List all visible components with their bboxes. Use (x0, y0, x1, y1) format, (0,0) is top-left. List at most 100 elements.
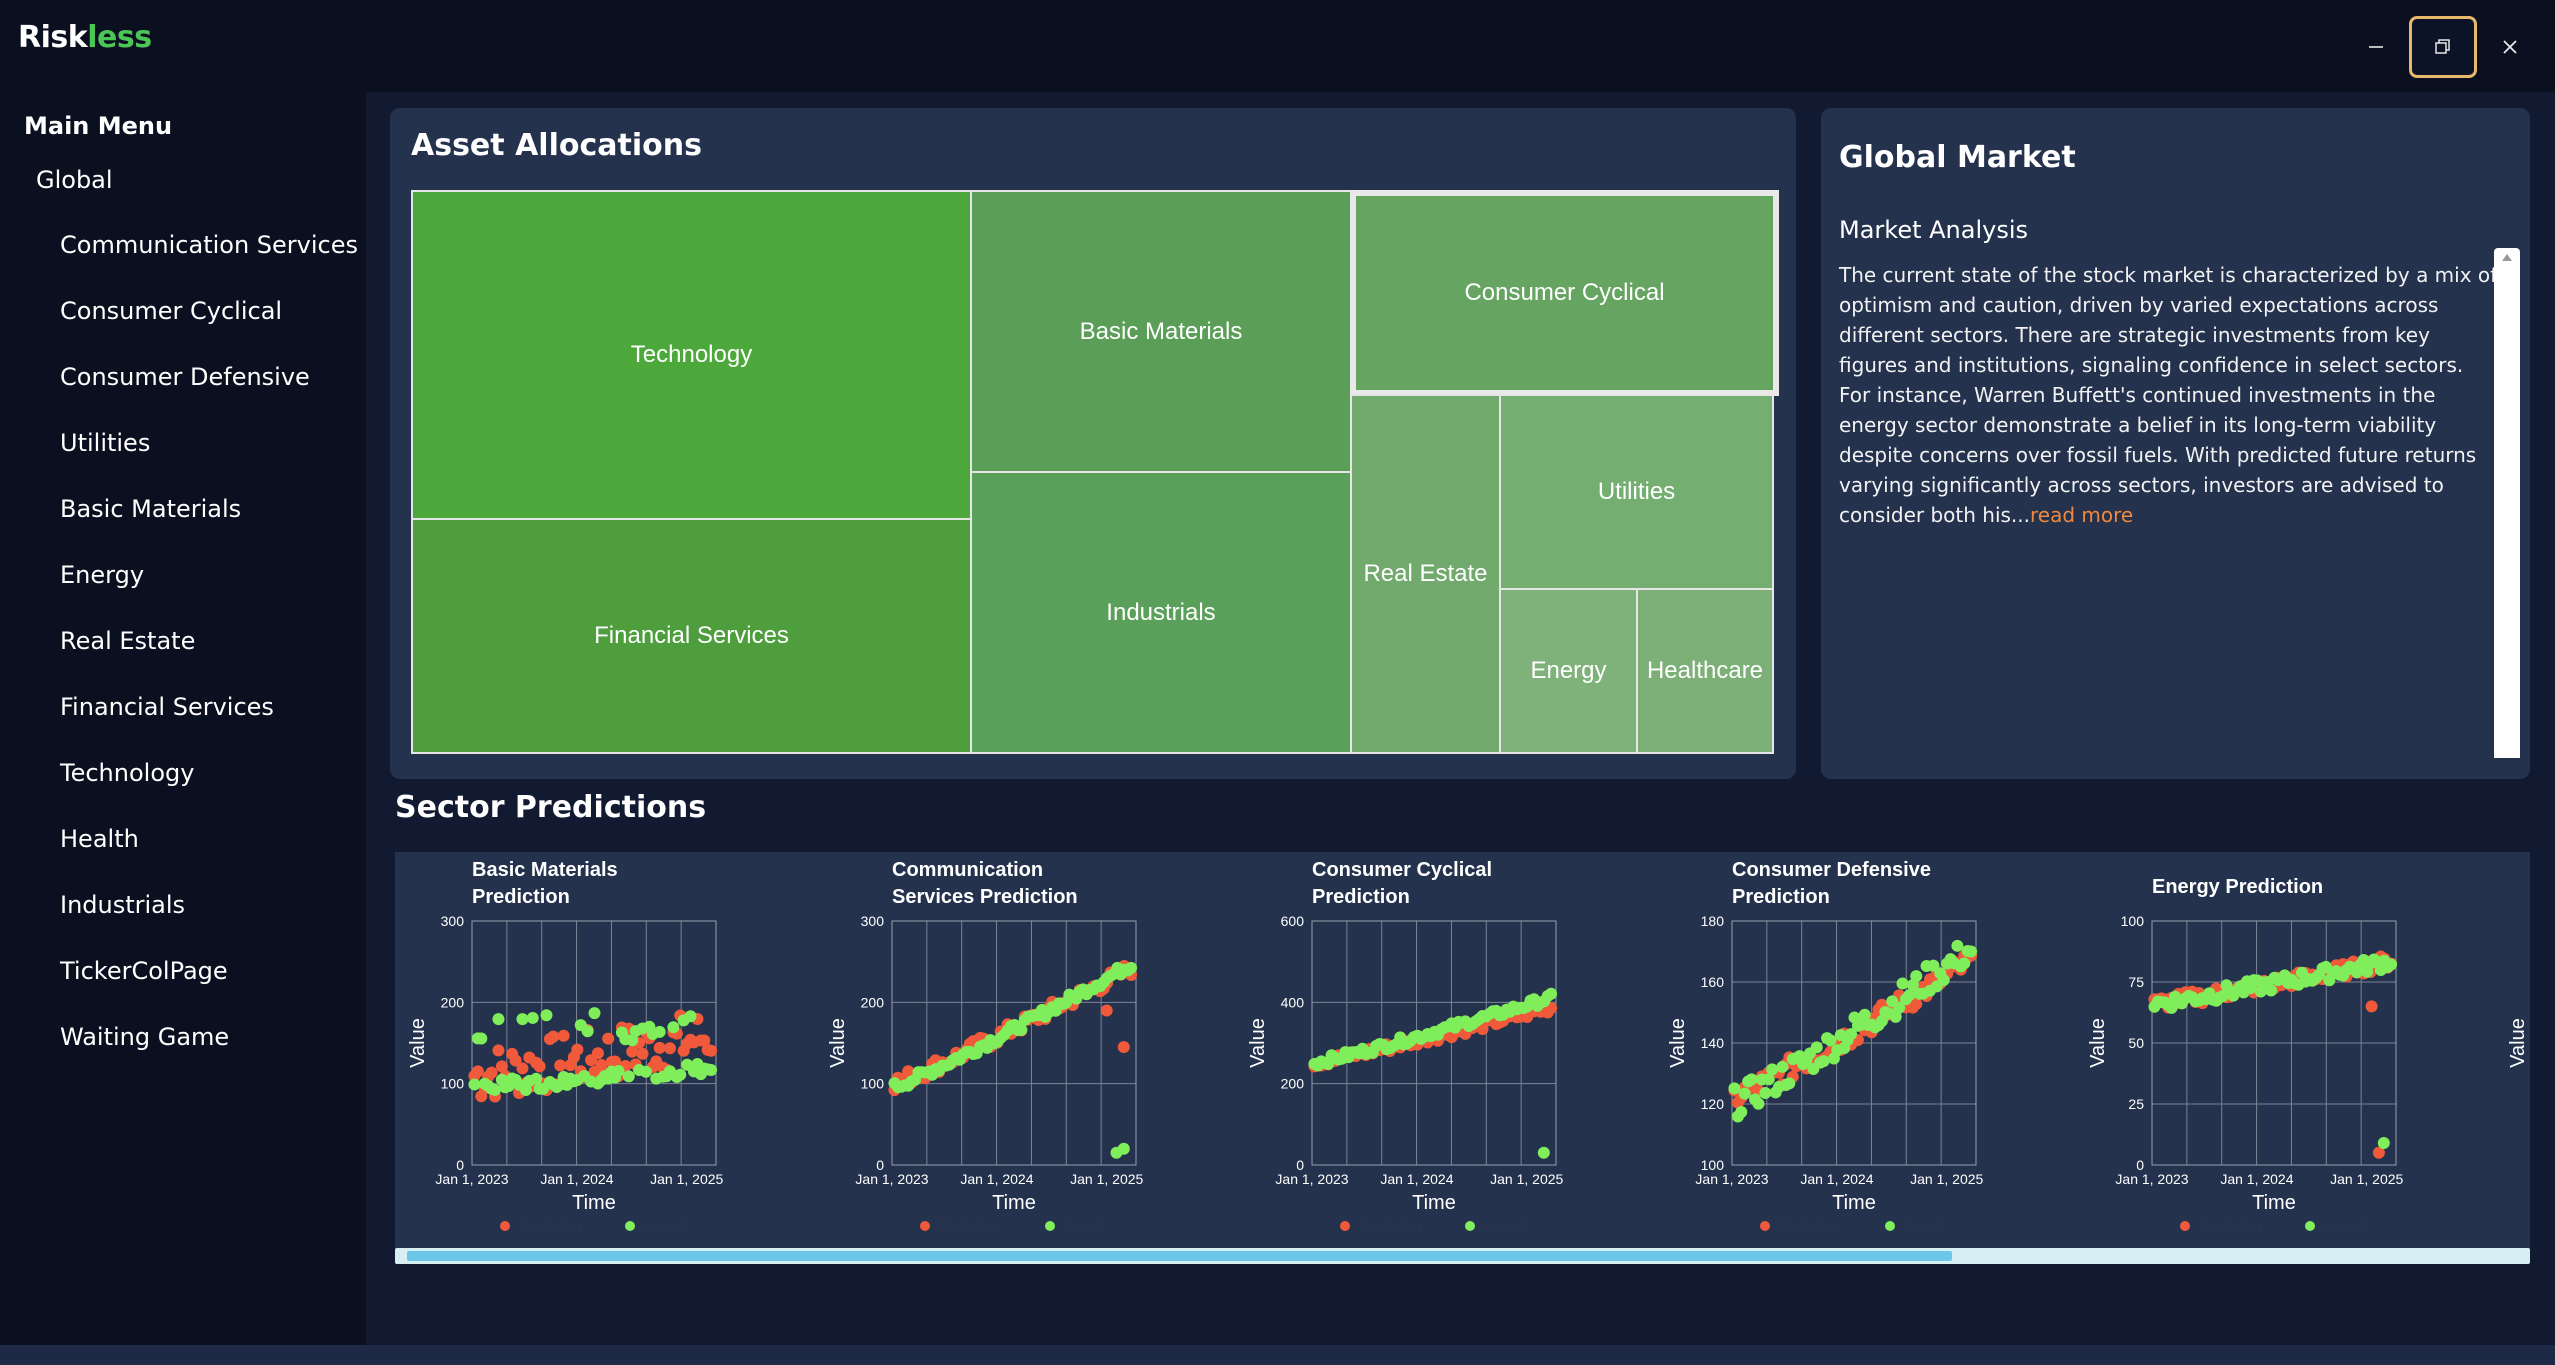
data-point-actual (540, 1009, 553, 1022)
data-point-actual (1125, 961, 1138, 974)
y-axis-label: Value (2507, 1018, 2529, 1068)
tile-basic-materials[interactable]: Basic Materials (970, 190, 1352, 473)
tile-energy[interactable]: Energy (1499, 588, 1638, 754)
x-axis-label: Time (572, 1192, 616, 1214)
prediction-chart-3: Consumer DefensivePrediction100120140160… (1667, 859, 1984, 1234)
read-more-link[interactable]: read more (2030, 503, 2133, 527)
data-point-actual (492, 1013, 505, 1026)
data-point-prediction (705, 1044, 718, 1057)
prediction-chart-2: Consumer CyclicalPrediction0200400600Jan… (1247, 859, 1564, 1234)
legend-label: Actual (1904, 1218, 1943, 1234)
prediction-charts-svg: Basic MaterialsPrediction0100200300Jan 1… (407, 859, 2529, 1234)
global-market-title: Global Market (1839, 140, 2076, 175)
y-tick-label: 400 (1281, 994, 1305, 1010)
data-point-actual (1810, 1041, 1823, 1054)
prediction-chart-5: 34567Value (2507, 1018, 2529, 1068)
sidebar-item-basic-materials[interactable]: Basic Materials (60, 494, 358, 560)
x-tick-label: Jan 1, 2025 (1490, 1171, 1563, 1187)
global-market-panel: Global Market Market Analysis The curren… (1821, 108, 2530, 779)
sidebar-item-health[interactable]: Health (60, 824, 358, 890)
y-tick-label: 300 (441, 913, 465, 929)
sidebar-list: Communication Services Consumer Cyclical… (60, 230, 358, 1088)
bottom-strip (0, 1345, 2555, 1365)
asset-allocations-title: Asset Allocations (411, 128, 702, 163)
sidebar-item-global[interactable]: Global (36, 166, 113, 194)
tile-healthcare[interactable]: Healthcare (1636, 588, 1774, 754)
x-tick-label: Jan 1, 2023 (1695, 1171, 1768, 1187)
data-point-actual (2265, 984, 2278, 997)
chart-title-line: Prediction (472, 886, 570, 908)
x-tick-label: Jan 1, 2025 (1910, 1171, 1983, 1187)
data-point-actual (612, 1064, 625, 1077)
chart-title-line: Prediction (1732, 886, 1830, 908)
y-tick-label: 200 (1281, 1076, 1305, 1092)
minimize-button[interactable] (2342, 16, 2410, 78)
close-button[interactable] (2476, 16, 2544, 78)
data-point-actual (1752, 1097, 1765, 1110)
y-tick-label: 160 (1701, 974, 1725, 990)
sidebar-item-energy[interactable]: Energy (60, 560, 358, 626)
market-analysis-text: The current state of the stock market is… (1839, 260, 2499, 530)
x-tick-label: Jan 1, 2023 (2115, 1171, 2188, 1187)
tile-financial-services[interactable]: Financial Services (411, 518, 972, 754)
plot-frame (471, 920, 717, 1166)
data-point-prediction (1117, 1041, 1130, 1054)
legend-marker (2305, 1221, 2315, 1231)
scrollbar-thumb[interactable] (407, 1251, 1952, 1261)
sector-predictions-title: Sector Predictions (395, 790, 707, 825)
data-point-actual (1738, 1087, 1751, 1100)
y-axis-label: Value (1667, 1018, 1689, 1068)
sidebar-item-industrials[interactable]: Industrials (60, 890, 358, 956)
close-icon (2503, 40, 2517, 54)
data-point-prediction (653, 1041, 666, 1054)
data-point-actual (684, 1010, 697, 1023)
prediction-chart-0: Basic MaterialsPrediction0100200300Jan 1… (407, 859, 724, 1234)
sidebar-item-real-estate[interactable]: Real Estate (60, 626, 358, 692)
data-point-actual (1745, 1073, 1758, 1086)
sidebar-item-technology[interactable]: Technology (60, 758, 358, 824)
chart-title-line: Energy Prediction (2152, 876, 2323, 898)
data-point-prediction (554, 1059, 567, 1072)
data-point-actual (1937, 974, 1950, 987)
y-axis-label: Value (827, 1018, 849, 1068)
y-tick-label: 300 (861, 913, 885, 929)
data-point-actual (489, 1083, 502, 1096)
sidebar-item-utilities[interactable]: Utilities (60, 428, 358, 494)
sidebar-item-financial-services[interactable]: Financial Services (60, 692, 358, 758)
sidebar-item-tickercolpage[interactable]: TickerColPage (60, 956, 358, 1022)
y-tick-label: 600 (1281, 913, 1305, 929)
legend-label: Prediction (939, 1218, 1001, 1234)
sidebar-item-consumer-cyclical[interactable]: Consumer Cyclical (60, 296, 358, 362)
data-point-prediction (602, 1032, 615, 1045)
x-tick-label: Jan 1, 2023 (435, 1171, 508, 1187)
legend-marker (625, 1221, 635, 1231)
data-point-actual (1759, 1086, 1772, 1099)
legend-marker (2180, 1221, 2190, 1231)
legend-marker (1045, 1221, 1055, 1231)
chart-title-line: Consumer Cyclical (1312, 859, 1492, 881)
tile-technology[interactable]: Technology (411, 190, 972, 520)
data-point-prediction (533, 1060, 546, 1073)
y-axis-label: Value (407, 1018, 429, 1068)
sidebar-item-waiting-game[interactable]: Waiting Game (60, 1022, 358, 1088)
tile-consumer-cyclical[interactable]: Consumer Cyclical (1350, 190, 1779, 396)
legend-marker (1885, 1221, 1895, 1231)
data-point-prediction (557, 1029, 570, 1042)
tile-utilities[interactable]: Utilities (1499, 394, 1774, 590)
data-point-actual (674, 1068, 687, 1081)
brand-risk: Risk (18, 20, 88, 55)
sidebar-item-communication-services[interactable]: Communication Services (60, 230, 358, 296)
y-tick-label: 75 (2128, 974, 2144, 990)
data-point-actual (475, 1032, 488, 1045)
market-text-scrollbar[interactable] (2494, 248, 2520, 758)
legend-label: Actual (1064, 1218, 1103, 1234)
tile-real-estate[interactable]: Real Estate (1350, 394, 1501, 754)
restore-button[interactable] (2409, 16, 2477, 78)
tile-industrials[interactable]: Industrials (970, 471, 1352, 754)
main-menu-title: Main Menu (24, 112, 173, 140)
charts-horizontal-scrollbar[interactable] (395, 1248, 2530, 1264)
legend-label: Prediction (519, 1218, 581, 1234)
data-point-prediction (485, 1066, 498, 1079)
y-tick-label: 140 (1701, 1035, 1725, 1051)
sidebar-item-consumer-defensive[interactable]: Consumer Defensive (60, 362, 358, 428)
